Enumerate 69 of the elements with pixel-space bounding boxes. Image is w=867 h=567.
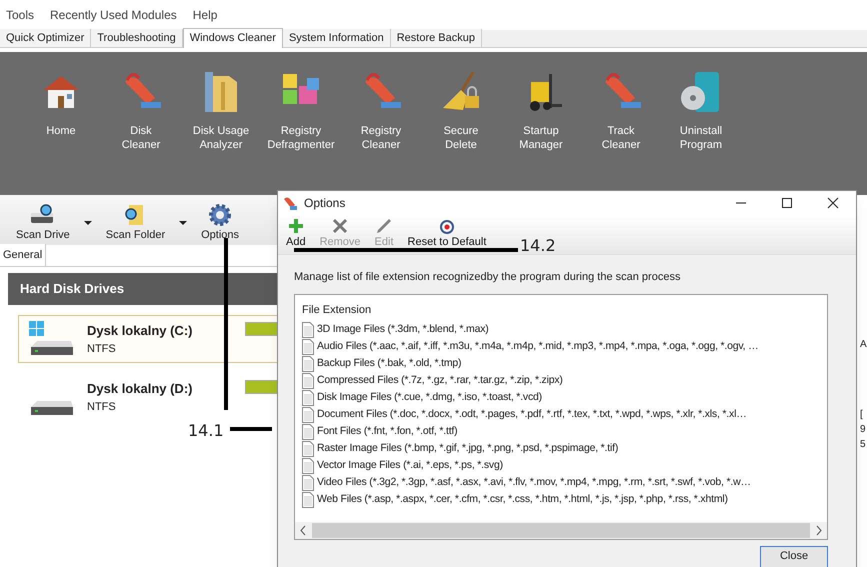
document-icon bbox=[302, 458, 314, 474]
module-button[interactable]: Home bbox=[28, 68, 94, 138]
dropdown-arrow-icon[interactable] bbox=[84, 221, 92, 226]
document-icon bbox=[302, 474, 314, 490]
list-item[interactable]: Document Files (*.doc, *.docx, *.odt, *.pages, *.pdf, *.rtf, *.tex, *.txt, *.wpd, *.wps, *.xlr, *.xls, *.xl… bbox=[317, 406, 746, 422]
pencil-icon bbox=[376, 218, 392, 234]
list-header: File Extension bbox=[302, 302, 372, 318]
list-item[interactable]: Backup Files (*.bak, *.old, *.tmp) bbox=[317, 356, 462, 372]
module-button[interactable]: Secure Delete bbox=[428, 68, 494, 152]
module-button[interactable]: Disk Usage Analyzer bbox=[188, 68, 254, 152]
annotation-label: 14.1 bbox=[188, 420, 224, 442]
list-item[interactable]: Video Files (*.3g2, *.3gp, *.asf, *.asx, *.avi, *.flv, *.mov, *.mp4, *.mpg, *.rm, *.srt, *.swf, *.vob, *.w… bbox=[317, 474, 751, 490]
dialog-title: Options bbox=[304, 195, 346, 212]
toolbar-button[interactable]: Scan Folder bbox=[106, 203, 166, 244]
drive-row[interactable]: Dysk lokalny (D:) NTFS bbox=[18, 373, 282, 421]
file-system-label: NTFS bbox=[87, 342, 117, 356]
menu-item[interactable]: Recently Used Modules bbox=[50, 6, 177, 24]
toolbar-button[interactable]: Scan Drive bbox=[16, 203, 70, 244]
tab[interactable]: Restore Backup bbox=[390, 29, 482, 47]
module-button[interactable]: Disk Cleaner bbox=[108, 68, 174, 152]
panel-tab[interactable]: General bbox=[0, 244, 46, 266]
partial-text: A bbox=[860, 338, 867, 352]
file-system-label: NTFS bbox=[87, 400, 117, 414]
drive-name: Dysk lokalny (D:) bbox=[87, 380, 192, 398]
document-icon bbox=[302, 390, 314, 406]
partial-text: 9 bbox=[860, 423, 866, 437]
cross-icon bbox=[332, 218, 348, 234]
list-item[interactable]: Disk Image Files (*.cue, *.dmg, *.iso, *.toast, *.vcd) bbox=[317, 390, 542, 406]
target-icon bbox=[438, 218, 455, 234]
annotation-label: 14.2 bbox=[520, 235, 556, 257]
gear-icon bbox=[208, 203, 232, 227]
menu-item[interactable]: Tools bbox=[6, 6, 34, 24]
list-item[interactable]: Vector Image Files (*.ai, *.eps, *.ps, *.svg) bbox=[317, 458, 503, 474]
tab[interactable]: System Information bbox=[282, 29, 391, 47]
toolbar-button[interactable]: Reset to Default bbox=[408, 218, 486, 250]
tab[interactable]: Quick Optimizer bbox=[0, 29, 92, 47]
document-icon bbox=[302, 492, 314, 508]
drive-name: Dysk lokalny (C:) bbox=[87, 322, 192, 340]
document-icon bbox=[302, 322, 314, 338]
dropdown-arrow-icon[interactable] bbox=[179, 221, 188, 226]
module-button[interactable]: Startup Manager bbox=[508, 68, 574, 152]
document-icon bbox=[302, 406, 314, 422]
list-item[interactable]: Audio Files (*.aac, *.aif, *.iff, *.m3u, *.m4a, *.m4p, *.mid, *.mp3, *.mp4, *.mpa, *.oga, *.ogg, *.ogv, … bbox=[317, 338, 758, 354]
partial-text: [ bbox=[860, 408, 863, 422]
tab[interactable]: Troubleshooting bbox=[91, 29, 183, 47]
document-icon bbox=[302, 440, 314, 456]
document-icon bbox=[302, 372, 314, 388]
menu-item[interactable]: Help bbox=[192, 6, 218, 24]
close-button[interactable]: Close bbox=[760, 546, 828, 567]
document-icon bbox=[302, 338, 314, 354]
module-button[interactable]: Registry Cleaner bbox=[348, 68, 414, 152]
module-button[interactable]: Registry Defragmenter bbox=[268, 68, 334, 152]
toolbar-button[interactable]: Add bbox=[286, 218, 306, 250]
description-text: Manage list of file extension recognizedby the program during the scan process bbox=[294, 270, 682, 285]
toolbar-button[interactable]: Options bbox=[201, 203, 240, 244]
document-icon bbox=[302, 424, 314, 440]
document-icon bbox=[302, 356, 314, 372]
module-button[interactable]: Track Cleaner bbox=[588, 68, 654, 152]
list-item[interactable]: Raster Image Files (*.bmp, *.gif, *.jpg, *.png, *.psd, *.pspimage, *.tif) bbox=[317, 440, 618, 456]
list-item[interactable]: Web Files (*.asp, *.aspx, *.cer, *.cfm, *.csr, *.css, *.htm, *.html, *.js, *.jsp, *.php, *.rss, *.xhtml) bbox=[317, 492, 728, 508]
horizontal-scrollbar[interactable] bbox=[295, 522, 827, 538]
plus-icon bbox=[288, 218, 304, 234]
vacuum-icon bbox=[282, 195, 298, 211]
module-button[interactable]: Uninstall Program bbox=[668, 68, 734, 152]
list-item[interactable]: Font Files (*.fnt, *.fon, *.otf, *.ttf) bbox=[317, 424, 458, 440]
list-item[interactable]: 3D Image Files (*.3dm, *.blend, *.max) bbox=[317, 322, 489, 338]
tab[interactable]: Windows Cleaner bbox=[182, 28, 283, 48]
partial-text: 5 bbox=[860, 438, 866, 452]
list-item[interactable]: Compressed Files (*.7z, *.gz, *.rar, *.tar.gz, *.zip, *.zipx) bbox=[317, 372, 563, 388]
